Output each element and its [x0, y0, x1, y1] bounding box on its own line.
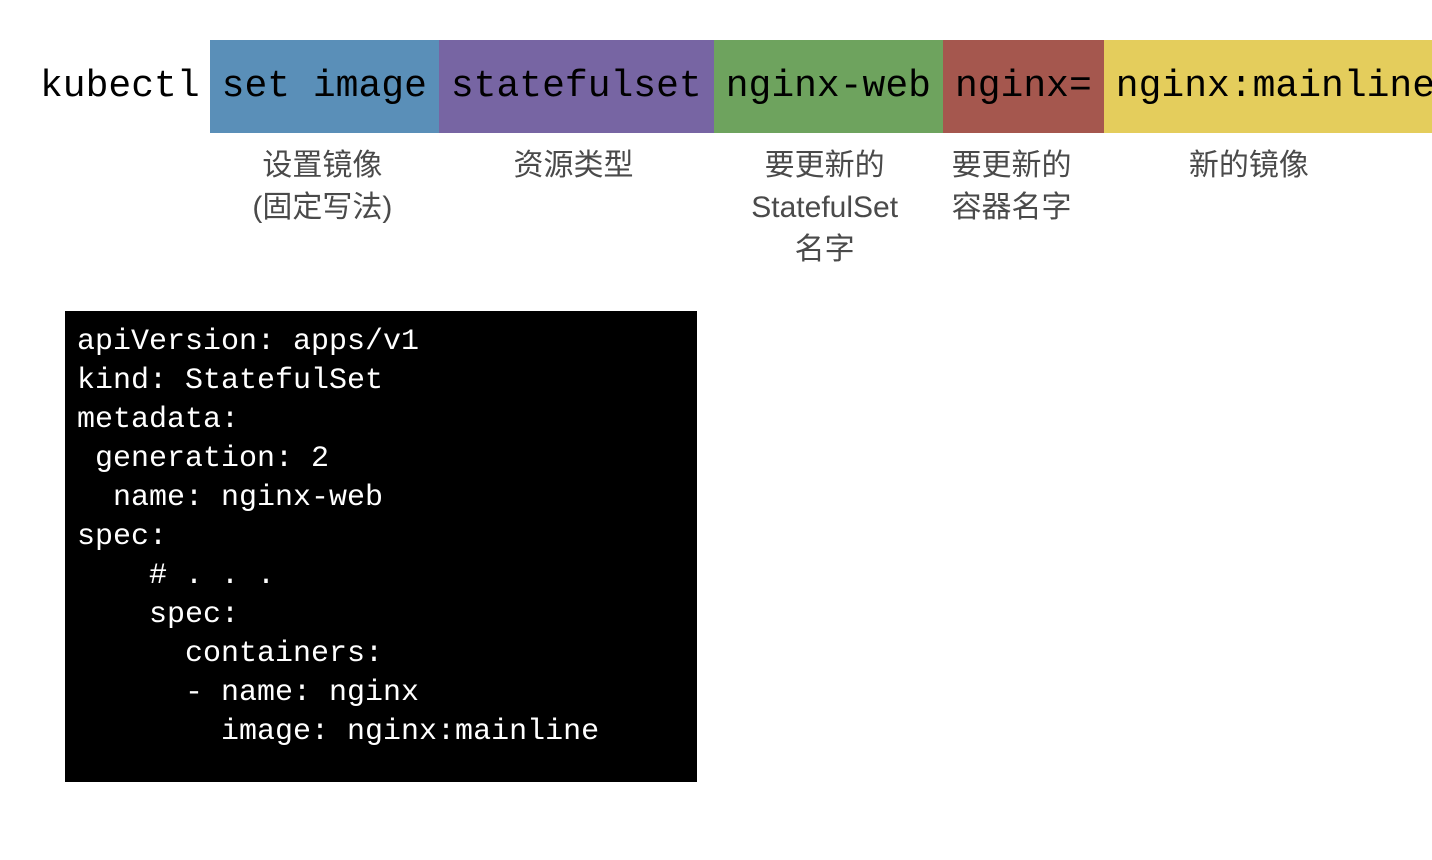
segment-set-image: set image: [210, 40, 439, 133]
yaml-output: apiVersion: apps/v1 kind: StatefulSet me…: [65, 311, 697, 782]
command-prefix: kubectl: [40, 40, 210, 133]
segment-resource-type: statefulset: [439, 40, 714, 133]
segment-resource-name: nginx-web: [714, 40, 943, 133]
label-container-name: 要更新的容器名字: [937, 145, 1085, 271]
command-row: kubectl set image statefulset nginx-web …: [40, 40, 1412, 133]
labels-row: kubectl 设置镜像(固定写法) 资源类型 要更新的StatefulSet名…: [40, 145, 1412, 271]
label-set-image: 设置镜像(固定写法): [210, 145, 435, 271]
segment-new-image: nginx:mainline: [1104, 40, 1432, 133]
label-new-image: 新的镜像: [1086, 145, 1412, 271]
label-resource-name: 要更新的StatefulSet名字: [712, 145, 937, 271]
segment-container-name: nginx=: [943, 40, 1104, 133]
label-resource-type: 资源类型: [435, 145, 712, 271]
